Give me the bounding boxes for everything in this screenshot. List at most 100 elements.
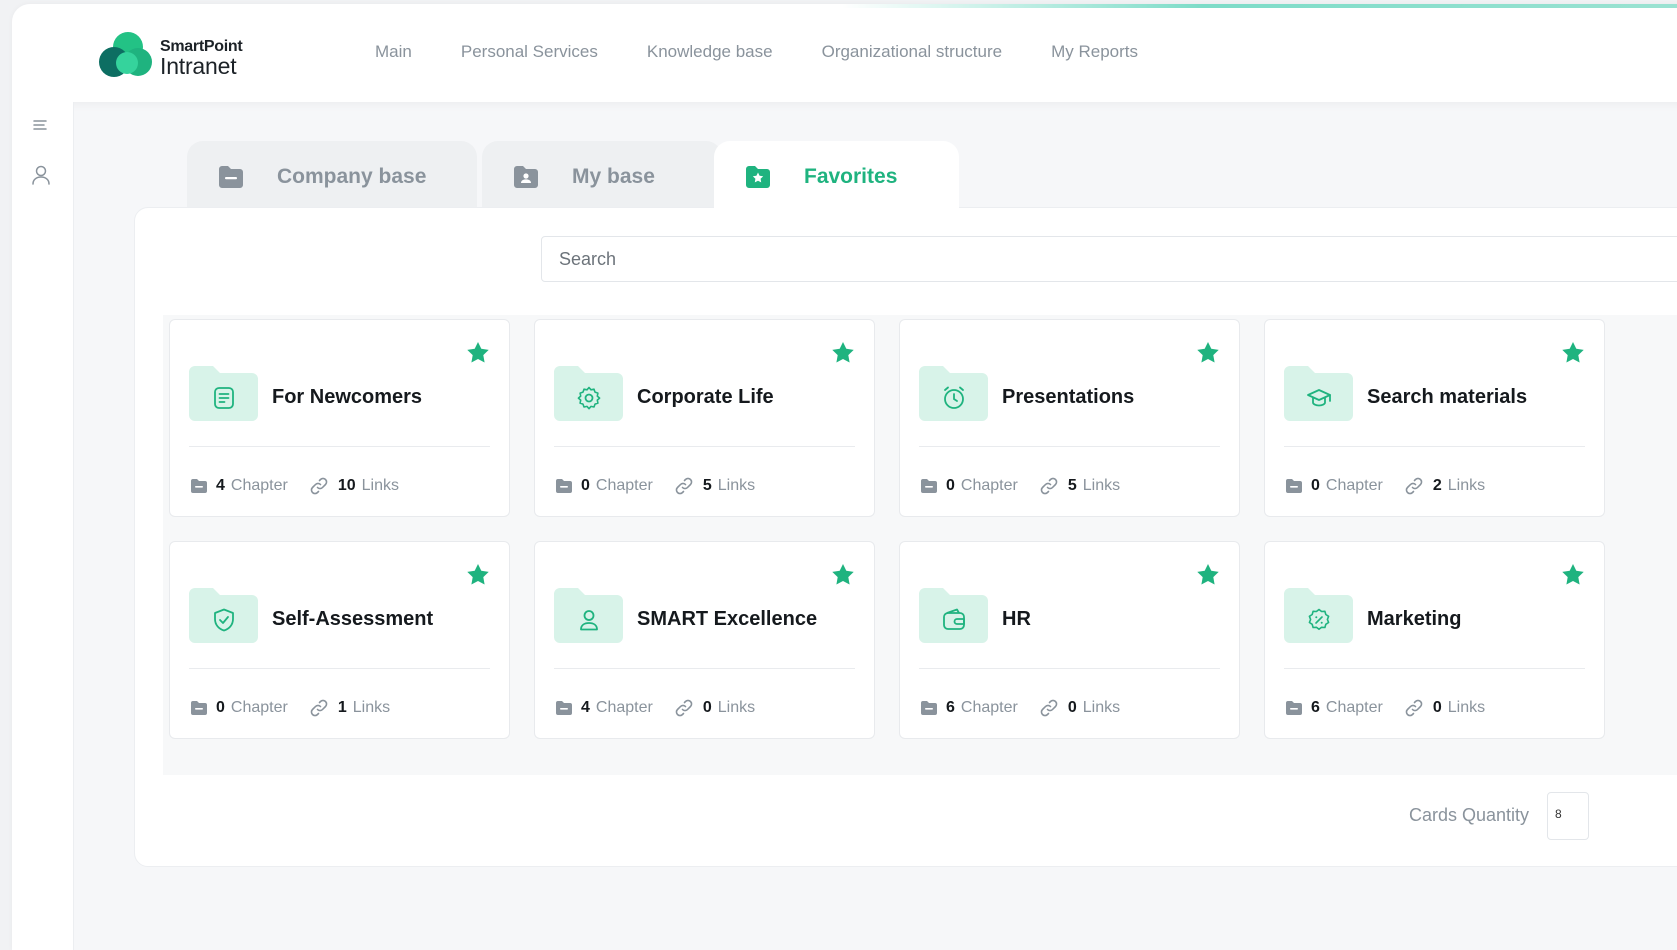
knowledge-card[interactable]: HR 6 Chapter 0 Links xyxy=(899,541,1240,739)
card-meta: 0 Chapter 2 Links xyxy=(1285,475,1485,497)
links-label: Links xyxy=(1447,477,1486,494)
link-icon xyxy=(673,697,695,719)
nav-item-organizational-structure[interactable]: Organizational structure xyxy=(822,42,1002,62)
links-label: Links xyxy=(1082,699,1121,716)
folder-star-icon xyxy=(744,163,772,191)
folder-icon xyxy=(554,364,623,421)
links-count: 0 xyxy=(702,699,712,716)
nav-item-personal-services[interactable]: Personal Services xyxy=(461,42,598,62)
tab-label-company-base: Company base xyxy=(277,165,427,188)
chapter-count: 4 xyxy=(216,477,225,494)
favorite-star-icon[interactable] xyxy=(830,562,856,588)
folder-icon xyxy=(189,586,258,643)
chapter-label: Chapter xyxy=(960,699,1018,716)
link-icon xyxy=(1038,475,1060,497)
chapter-count: 0 xyxy=(1311,477,1320,494)
links-count: 5 xyxy=(702,477,712,494)
card-divider xyxy=(1284,668,1585,669)
chapter-label: Chapter xyxy=(1325,699,1383,716)
folder-icon xyxy=(554,586,623,643)
chapter-label: Chapter xyxy=(230,699,288,716)
links-label: Links xyxy=(352,699,391,716)
tab-company-base[interactable]: Company base xyxy=(187,141,477,213)
knowledge-card[interactable]: For Newcomers 4 Chapter 10 Links xyxy=(169,319,510,517)
chapter-icon xyxy=(190,478,208,494)
knowledge-card[interactable]: SMART Excellence 4 Chapter 0 Links xyxy=(534,541,875,739)
links-count: 2 xyxy=(1432,477,1442,494)
favorite-star-icon[interactable] xyxy=(465,562,491,588)
knowledge-card[interactable]: Self-Assessment 0 Chapter 1 Links xyxy=(169,541,510,739)
top-accent-line xyxy=(842,4,1677,8)
graduation-cap-icon xyxy=(1305,384,1333,412)
note-icon xyxy=(210,384,238,412)
smartpoint-logo[interactable]: SmartPoint Intranet xyxy=(98,30,258,80)
card-meta: 4 Chapter 0 Links xyxy=(555,697,755,719)
knowledge-card[interactable]: Marketing 6 Chapter 0 Links xyxy=(1264,541,1605,739)
knowledge-tabs: Company base My base Favorites xyxy=(187,141,987,213)
card-meta: 0 Chapter 1 Links xyxy=(190,697,390,719)
tab-favorites[interactable]: Favorites xyxy=(714,141,959,213)
links-count: 1 xyxy=(337,699,347,716)
search-input[interactable]: Search xyxy=(541,236,1677,282)
favorite-star-icon[interactable] xyxy=(1195,562,1221,588)
card-title: Self-Assessment xyxy=(272,608,434,630)
favorite-star-icon[interactable] xyxy=(1560,340,1586,366)
chapter-icon xyxy=(555,478,573,494)
folder-icon xyxy=(189,364,258,421)
shield-check-icon xyxy=(210,606,238,634)
folder-icon xyxy=(1284,364,1353,421)
card-divider xyxy=(189,446,490,447)
knowledge-card[interactable]: Presentations 0 Chapter 5 Links xyxy=(899,319,1240,517)
link-icon xyxy=(1038,697,1060,719)
card-meta: 0 Chapter 5 Links xyxy=(920,475,1120,497)
nav-item-my-reports[interactable]: My Reports xyxy=(1051,42,1138,62)
wallet-icon xyxy=(940,606,968,634)
card-meta: 6 Chapter 0 Links xyxy=(920,697,1120,719)
card-title: Corporate Life xyxy=(637,386,774,408)
favorite-star-icon[interactable] xyxy=(1560,562,1586,588)
menu-icon[interactable] xyxy=(26,112,56,138)
card-divider xyxy=(1284,446,1585,447)
knowledge-card[interactable]: Search materials 0 Chapter 2 Links xyxy=(1264,319,1605,517)
card-meta: 0 Chapter 5 Links xyxy=(555,475,755,497)
tab-label-my-base: My base xyxy=(572,165,655,188)
chapter-count: 0 xyxy=(581,477,590,494)
chapter-icon xyxy=(920,478,938,494)
card-divider xyxy=(189,668,490,669)
folder-icon xyxy=(919,586,988,643)
card-divider xyxy=(554,668,855,669)
favorite-star-icon[interactable] xyxy=(465,340,491,366)
folder-user-icon xyxy=(512,163,540,191)
link-icon xyxy=(673,475,695,497)
card-divider xyxy=(919,446,1220,447)
chapter-count: 4 xyxy=(581,699,590,716)
knowledge-card[interactable]: Corporate Life 0 Chapter 5 Links xyxy=(534,319,875,517)
favorites-panel: Search For Newcomers 4 Chapter 10 Links Corpo… xyxy=(134,207,1677,867)
links-count: 10 xyxy=(337,477,356,494)
user-icon xyxy=(575,606,603,634)
cards-quantity-select[interactable]: 8 xyxy=(1547,792,1589,840)
chapter-label: Chapter xyxy=(960,477,1018,494)
nav-item-knowledge-base[interactable]: Knowledge base xyxy=(647,42,773,62)
tab-my-base[interactable]: My base xyxy=(482,141,722,213)
app-window: SmartPoint Intranet Main Personal Servic… xyxy=(12,4,1677,950)
alarm-clock-icon xyxy=(940,384,968,412)
chapter-label: Chapter xyxy=(595,699,653,716)
discount-badge-icon xyxy=(1305,606,1333,634)
chapter-count: 0 xyxy=(216,699,225,716)
favorite-star-icon[interactable] xyxy=(830,340,856,366)
chapter-icon xyxy=(920,700,938,716)
nav-item-main[interactable]: Main xyxy=(375,42,412,62)
links-label: Links xyxy=(717,699,756,716)
favorite-star-icon[interactable] xyxy=(1195,340,1221,366)
user-icon[interactable] xyxy=(26,162,56,188)
card-title: For Newcomers xyxy=(272,386,423,408)
chapter-icon xyxy=(190,700,208,716)
card-title: HR xyxy=(1002,608,1031,630)
card-meta: 4 Chapter 10 Links xyxy=(190,475,399,497)
tab-label-favorites: Favorites xyxy=(804,165,898,188)
top-navigation-bar: SmartPoint Intranet Main Personal Servic… xyxy=(12,4,1677,102)
links-count: 0 xyxy=(1067,699,1077,716)
logo-text-intranet: Intranet xyxy=(160,53,237,79)
left-sidebar xyxy=(12,102,74,950)
